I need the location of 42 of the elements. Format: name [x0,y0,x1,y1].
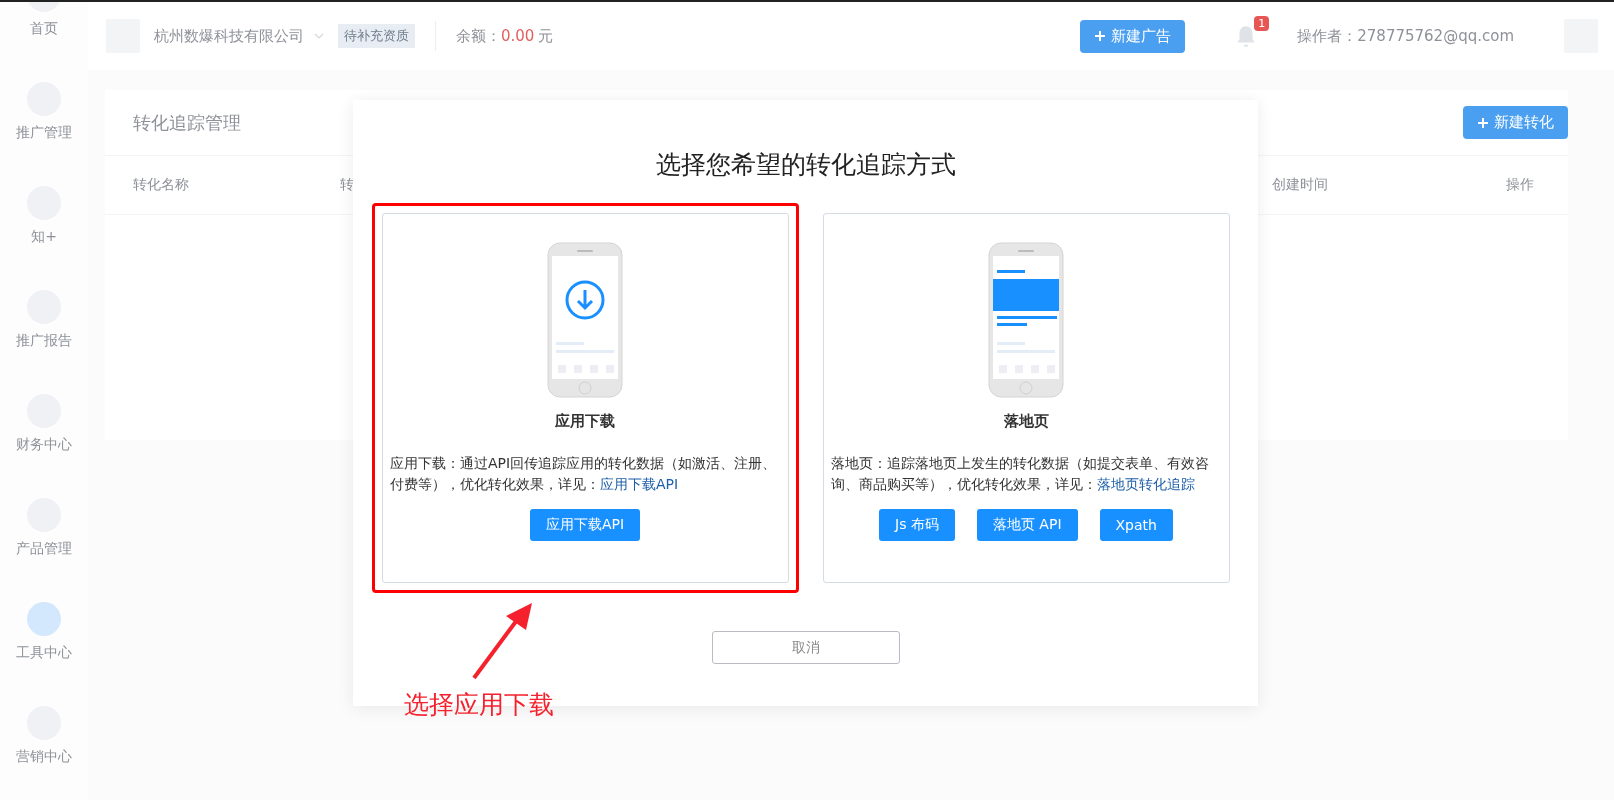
cancel-button[interactable]: 取消 [711,631,900,664]
sidebar-item[interactable]: 知+ [0,186,88,290]
option-button[interactable]: Xpath [1099,509,1173,541]
sidebar-circle-icon [27,602,61,636]
sidebar-item[interactable]: 推广报告 [0,290,88,394]
bell-icon[interactable] [1235,24,1258,48]
docs-link[interactable]: 应用下载API [600,476,679,492]
option-description: 落地页：追踪落地页上发生的转化数据（如提交表单、有效咨询、商品购买等），优化转化效果，详见：落地页转化追踪 [831,454,1210,494]
sidebar-item[interactable]: 推广管理 [0,82,88,186]
plus-icon [1477,116,1489,129]
balance-label: 余额： [456,26,501,46]
sidebar-item[interactable]: 财务中心 [0,394,88,498]
status-badge: 待补充资质 [338,24,415,48]
annotation-text: 选择应用下载 [404,689,554,721]
new-conversion-button[interactable]: 新建转化 [1463,106,1568,139]
panel-title: 转化追踪管理 [133,110,241,135]
option-button[interactable]: 落地页 API [976,509,1078,541]
option-card[interactable]: 应用下载 应用下载：通过API回传追踪应用的转化数据（如激活、注册、付费等），优化转化效果，详见：应用下载API 应用下载API [381,213,789,583]
notification-count: 1 [1254,16,1270,31]
option-title: 应用下载 [555,412,615,431]
operator-email: 操作者：278775762@qq.com [1297,26,1514,46]
option-button[interactable]: Js 布码 [879,509,955,541]
column-header: 转化名称 [133,176,190,194]
balance-unit: 元 [538,26,554,46]
sidebar-item[interactable]: 产品管理 [0,498,88,602]
column-header: 转 [340,176,355,194]
company-name[interactable]: 杭州数爆科技有限公司 [154,26,304,46]
option-title: 落地页 [1003,412,1049,431]
modal-title: 选择您希望的转化追踪方式 [655,149,956,181]
sidebar-item[interactable]: 营销中心 [0,706,88,800]
column-header: 创建时间 [1272,176,1329,194]
balance-value: 0.00 [501,27,535,45]
option-button[interactable]: 应用下载API [529,509,641,541]
new-ad-button[interactable]: 新建广告 [1080,19,1186,53]
plus-icon [1094,30,1107,42]
docs-link[interactable]: 落地页转化追踪 [1097,476,1195,492]
sidebar-item[interactable]: 首页 [0,2,88,82]
sidebar-item[interactable]: 工具中心 [0,602,88,706]
option-card[interactable]: 落地页 落地页：追踪落地页上发生的转化数据（如提交表单、有效咨询、商品购买等），优化转化效果，详见：落地页转化追踪 Js 布码 落地页 API Xpath [822,213,1230,583]
option-description: 应用下载：通过API回传追踪应用的转化数据（如激活、注册、付费等），优化转化效果，详见：应用下载API [390,454,778,494]
column-header: 操作 [1506,176,1535,194]
chevron-down-icon[interactable] [314,33,324,39]
